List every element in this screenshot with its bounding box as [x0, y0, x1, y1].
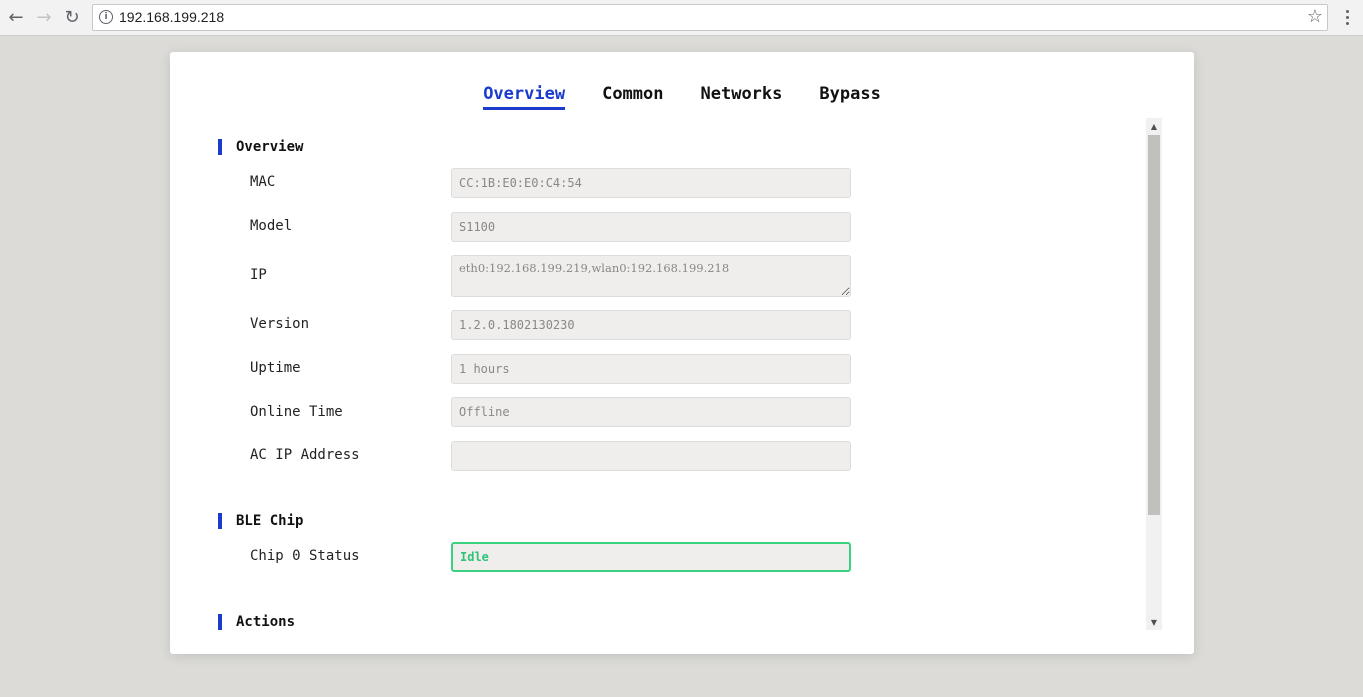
chip-0-status-label: Chip 0 Status	[250, 548, 360, 564]
url-text[interactable]: 192.168.199.218	[119, 9, 224, 25]
tab-networks[interactable]: Networks	[701, 84, 783, 110]
settings-card: Overview Common Networks Bypass Overview…	[170, 52, 1194, 654]
ac-ip-address-label: AC IP Address	[250, 447, 360, 463]
forward-arrow-icon[interactable]: →	[32, 6, 56, 28]
online-time-label: Online Time	[250, 404, 343, 420]
scrollbar-thumb[interactable]	[1148, 135, 1160, 515]
section-title-ble-chip: BLE Chip	[218, 513, 303, 529]
browser-toolbar: ← → ↻ i 192.168.199.218 ☆	[0, 0, 1363, 36]
model-field[interactable]	[451, 212, 851, 242]
back-arrow-icon[interactable]: ←	[4, 6, 28, 28]
ip-label: IP	[250, 267, 267, 283]
model-label: Model	[250, 218, 293, 234]
tab-bypass[interactable]: Bypass	[819, 84, 880, 110]
content-scrollbar[interactable]: ▲ ▼	[1146, 118, 1162, 630]
ac-ip-address-field[interactable]	[451, 441, 851, 471]
scroll-up-arrow-icon[interactable]: ▲	[1146, 118, 1162, 134]
settings-content: Overview MAC Model IP eth0:192.168.199.2…	[170, 116, 1142, 631]
browser-menu-icon[interactable]	[1340, 6, 1354, 28]
reload-icon[interactable]: ↻	[60, 6, 84, 28]
ip-field[interactable]: eth0:192.168.199.219,wlan0:192.168.199.2…	[451, 255, 851, 297]
info-icon[interactable]: i	[99, 10, 113, 24]
uptime-field[interactable]	[451, 354, 851, 384]
mac-field[interactable]	[451, 168, 851, 198]
address-bar[interactable]: i 192.168.199.218 ☆	[92, 4, 1328, 31]
tab-common[interactable]: Common	[602, 84, 663, 110]
uptime-label: Uptime	[250, 360, 301, 376]
tab-bar: Overview Common Networks Bypass	[170, 84, 1194, 114]
online-time-field[interactable]	[451, 397, 851, 427]
version-field[interactable]	[451, 310, 851, 340]
mac-label: MAC	[250, 174, 276, 190]
section-title-actions: Actions	[218, 614, 295, 630]
tab-overview[interactable]: Overview	[483, 84, 566, 110]
chip-0-status-field[interactable]	[451, 542, 851, 572]
scroll-down-arrow-icon[interactable]: ▼	[1146, 614, 1162, 630]
section-title-overview: Overview	[218, 139, 303, 155]
version-label: Version	[250, 316, 310, 332]
bookmark-star-icon[interactable]: ☆	[1307, 6, 1323, 27]
